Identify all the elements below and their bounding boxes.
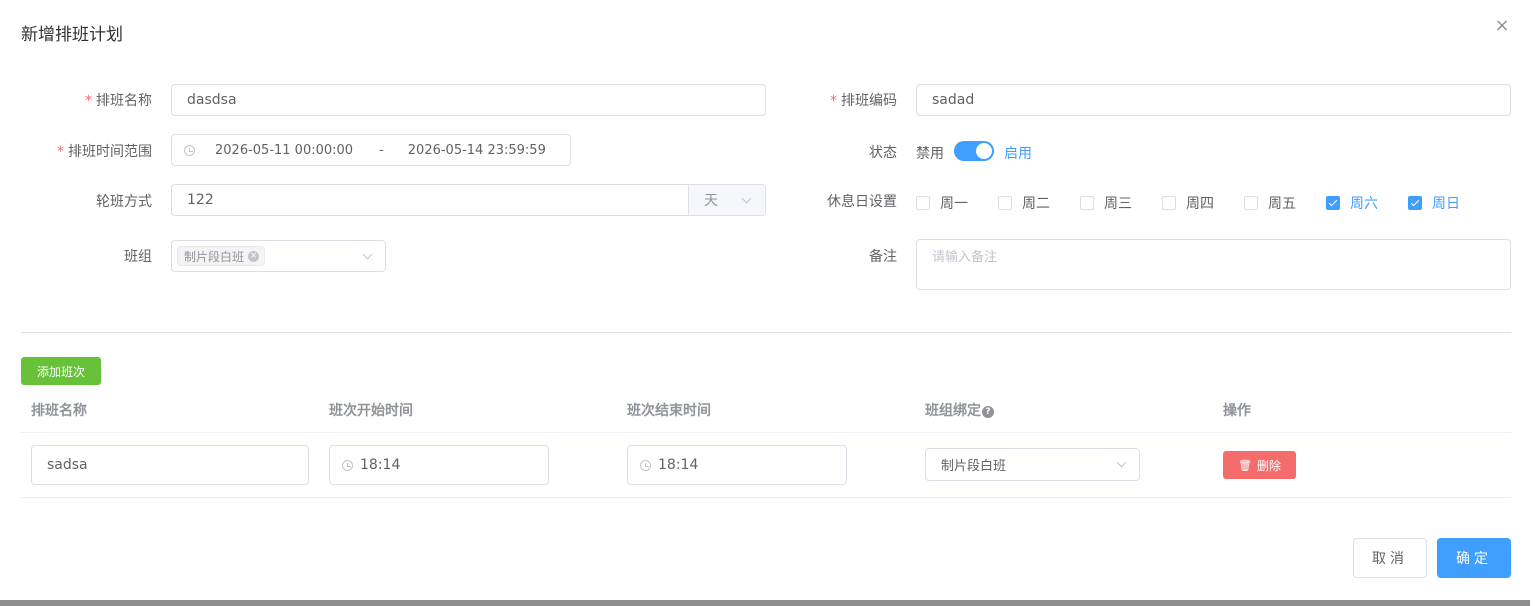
close-icon[interactable]: × [1494, 17, 1510, 35]
rotation-input[interactable]: 122 [172, 192, 688, 208]
status-off-text: 禁用 [916, 146, 944, 162]
range-separator: - [379, 142, 384, 158]
clock-icon [342, 459, 353, 471]
rest-day-fri[interactable]: 周五 [1244, 193, 1296, 213]
table-header-border [21, 432, 1511, 433]
status-switch[interactable] [954, 141, 994, 161]
clock-icon [184, 144, 195, 156]
rest-day-tue[interactable]: 周二 [998, 193, 1050, 213]
rotation-input-group: 122 天 [171, 184, 766, 216]
checkbox-checked-icon [1408, 196, 1422, 210]
remark-label: 备注 [869, 249, 897, 265]
background-page-edge [1530, 0, 1538, 606]
checkbox-icon [1244, 196, 1258, 210]
shift-start-time-input[interactable]: 18:14 [329, 445, 549, 485]
checkbox-icon [916, 196, 930, 210]
required-mark: * [85, 93, 92, 109]
remark-placeholder: 请输入备注 [932, 250, 998, 265]
schedule-code-input[interactable]: sadad [916, 84, 1511, 116]
table-row-border [21, 497, 1511, 498]
required-mark: * [830, 93, 837, 109]
add-schedule-dialog: 新增排班计划 × * 排班名称 dasdsa * 排班编码 sadad * 排班时间范… [0, 0, 1530, 600]
schedule-name-input[interactable]: dasdsa [171, 84, 766, 116]
add-shift-button[interactable]: 添加班次 [21, 357, 101, 385]
rotation-unit-select[interactable]: 天 [688, 185, 765, 215]
chevron-down-icon [362, 249, 373, 260]
rest-days-label: 休息日设置 [827, 194, 897, 210]
schedule-name-label: * 排班名称 [85, 93, 152, 109]
checkbox-icon [998, 196, 1012, 210]
shift-name-input[interactable]: sadsa [31, 445, 309, 485]
col-end-time: 班次结束时间 [627, 403, 711, 419]
tag-close-icon[interactable]: × [248, 250, 260, 262]
trash-icon: 🗑 [1238, 458, 1252, 472]
rotation-label: 轮班方式 [96, 194, 152, 210]
shift-end-time-input[interactable]: 18:14 [627, 445, 847, 485]
rest-day-mon[interactable]: 周一 [916, 193, 968, 213]
help-icon[interactable]: ? [982, 406, 994, 418]
range-end[interactable]: 2026-05-14 23:59:59 [408, 143, 546, 158]
confirm-button[interactable]: 确定 [1437, 538, 1511, 578]
clock-icon [640, 459, 651, 471]
time-range-label: * 排班时间范围 [57, 144, 152, 160]
chevron-down-icon [1116, 457, 1127, 468]
col-shift-name: 排班名称 [31, 403, 87, 419]
col-actions: 操作 [1223, 403, 1251, 419]
checkbox-checked-icon [1326, 196, 1340, 210]
dialog-title: 新增排班计划 [21, 25, 123, 45]
cancel-button[interactable]: 取消 [1353, 538, 1427, 578]
col-team-binding: 班组绑定? [925, 400, 994, 420]
required-mark: * [57, 144, 64, 160]
schedule-code-label: * 排班编码 [830, 93, 897, 109]
status-label: 状态 [869, 145, 897, 161]
status-on-text: 启用 [1004, 146, 1032, 162]
col-start-time: 班次开始时间 [329, 403, 413, 419]
team-tag: 制片段白班 × [177, 246, 266, 266]
team-label: 班组 [124, 249, 152, 265]
chevron-down-icon [741, 193, 752, 204]
remark-textarea[interactable]: 请输入备注 [916, 239, 1511, 290]
range-start[interactable]: 2026-05-11 00:00:00 [215, 143, 353, 158]
rest-day-sat[interactable]: 周六 [1326, 193, 1378, 213]
rest-day-wed[interactable]: 周三 [1080, 193, 1132, 213]
time-range-picker[interactable]: 2026-05-11 00:00:00 - 2026-05-14 23:59:5… [171, 134, 571, 166]
delete-shift-button[interactable]: 🗑 删除 [1223, 451, 1296, 479]
rotation-unit: 天 [704, 193, 718, 209]
rest-day-thu[interactable]: 周四 [1162, 193, 1214, 213]
shift-team-select[interactable]: 制片段白班 [925, 448, 1140, 481]
checkbox-icon [1080, 196, 1094, 210]
section-divider [21, 332, 1511, 333]
checkbox-icon [1162, 196, 1176, 210]
rest-day-sun[interactable]: 周日 [1408, 193, 1460, 213]
